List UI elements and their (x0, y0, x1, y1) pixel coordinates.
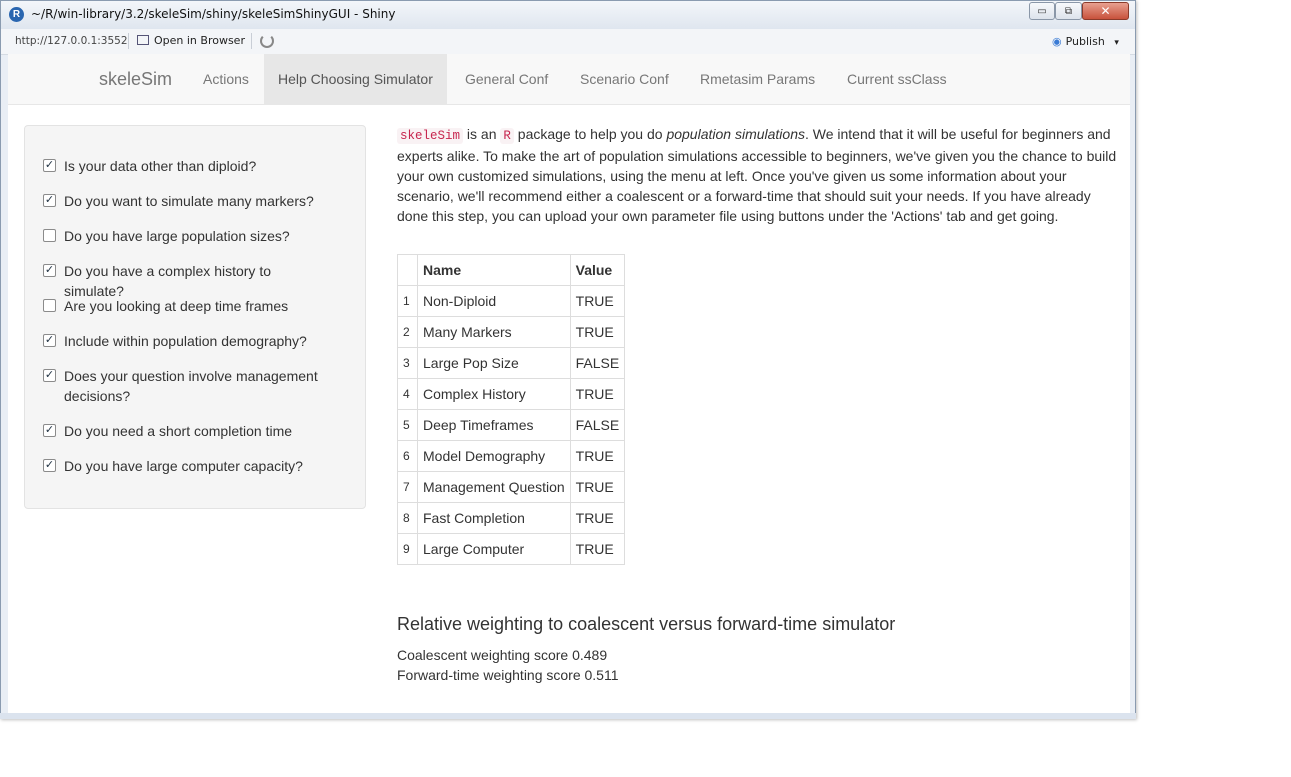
checkbox-label: Do you want to simulate many markers? (64, 193, 314, 209)
checkbox-label: Does your question involve management de… (64, 368, 318, 404)
table-row: 7 Management Question TRUE (397, 471, 626, 503)
name-cell: Management Question (417, 471, 571, 503)
toolbar-divider (251, 33, 252, 49)
navbar: skeleSim Actions Help Choosing Simulator… (8, 54, 1130, 105)
window-title: ~/R/win-library/3.2/skeleSim/shiny/skele… (31, 7, 396, 21)
row-index: 9 (397, 533, 418, 565)
table-header: Value (569, 254, 626, 286)
row-index: 2 (397, 316, 418, 348)
table-row: 5 Deep Timeframes FALSE (397, 409, 626, 441)
value-cell: FALSE (569, 409, 626, 441)
table-header (397, 254, 418, 286)
table-row: 9 Large Computer TRUE (397, 533, 626, 565)
close-button[interactable]: ✕ (1082, 2, 1129, 20)
checkbox[interactable]: ✓ (43, 159, 56, 172)
intro-emphasis: population simulations (666, 126, 805, 142)
coalescent-score: Coalescent weighting score 0.489 (397, 647, 608, 663)
row-index: 3 (397, 347, 418, 379)
table-header: Name (417, 254, 571, 286)
value-cell: TRUE (569, 378, 626, 410)
weighting-heading: Relative weighting to coalescent versus … (397, 614, 896, 634)
tab-actions[interactable]: Actions (189, 54, 263, 104)
checkbox-label: Include within population demography? (64, 333, 307, 349)
intro-text: package to help you do (513, 126, 667, 142)
viewer-toolbar: http://127.0.0.1:3552 Open in Browser ◉ P… (1, 29, 1135, 55)
name-cell: Large Pop Size (417, 347, 571, 379)
row-index: 4 (397, 378, 418, 410)
checkbox[interactable] (43, 229, 56, 242)
chevron-down-icon: ▾ (1114, 38, 1119, 48)
table-row: 1 Non-Diploid TRUE (397, 285, 626, 317)
row-index: 1 (397, 285, 418, 317)
sidebar-panel: ✓ Is your data other than diploid? ✓ Do … (24, 125, 366, 509)
checkbox[interactable] (43, 299, 56, 312)
open-in-browser-button[interactable]: Open in Browser (137, 34, 245, 47)
value-cell: TRUE (569, 316, 626, 348)
table-row: 6 Model Demography TRUE (397, 440, 626, 472)
intro-text: is an (463, 126, 501, 142)
value-cell: TRUE (569, 533, 626, 565)
checkbox-label: Do you need a short completion time (64, 423, 293, 439)
value-cell: TRUE (569, 502, 626, 534)
table-row: 4 Complex History TRUE (397, 378, 626, 410)
r-app-icon: R (9, 7, 24, 22)
checkbox-label: Are you looking at deep time frames (64, 298, 289, 314)
checkbox-label: Do you have large population sizes? (64, 228, 290, 244)
checkbox[interactable]: ✓ (43, 334, 56, 347)
row-index: 7 (397, 471, 418, 503)
url-display: http://127.0.0.1:3552 (15, 35, 128, 47)
value-cell: TRUE (569, 285, 626, 317)
open-in-browser-label: Open in Browser (154, 34, 245, 47)
name-cell: Non-Diploid (417, 285, 571, 317)
checkbox[interactable]: ✓ (43, 424, 56, 437)
name-cell: Complex History (417, 378, 571, 410)
browser-icon (137, 35, 149, 45)
minimize-button[interactable]: ▭ (1029, 2, 1055, 20)
row-index: 8 (397, 502, 418, 534)
status-bar (0, 713, 1136, 719)
navbar-brand[interactable]: skeleSim (99, 69, 172, 90)
name-cell: Model Demography (417, 440, 571, 472)
tab-scenario-conf[interactable]: Scenario Conf (566, 54, 683, 104)
title-bar: R ~/R/win-library/3.2/skeleSim/shiny/ske… (1, 1, 1135, 29)
checkbox[interactable]: ✓ (43, 459, 56, 472)
tab-current-ssclass[interactable]: Current ssClass (833, 54, 961, 104)
answers-table: Name Value 1 Non-Diploid TRUE 2 Many Markers… (397, 254, 626, 565)
table-row: 2 Many Markers TRUE (397, 316, 626, 348)
main-panel: skeleSim is an R package to help you do … (397, 124, 1117, 683)
value-cell: FALSE (569, 347, 626, 379)
rstudio-shiny-window: R ~/R/win-library/3.2/skeleSim/shiny/ske… (0, 0, 1136, 719)
checkbox-label: Is your data other than diploid? (64, 158, 257, 174)
table-row: 3 Large Pop Size FALSE (397, 347, 626, 379)
tab-general-conf[interactable]: General Conf (451, 54, 562, 104)
refresh-icon[interactable] (260, 34, 274, 48)
name-cell: Deep Timeframes (417, 409, 571, 441)
tab-help-choosing-simulator[interactable]: Help Choosing Simulator (264, 54, 447, 104)
table-row: 8 Fast Completion TRUE (397, 502, 626, 534)
name-cell: Fast Completion (417, 502, 571, 534)
toolbar-divider (128, 33, 129, 49)
code-r: R (500, 128, 514, 144)
checkbox[interactable]: ✓ (43, 369, 56, 382)
row-index: 6 (397, 440, 418, 472)
row-index: 5 (397, 409, 418, 441)
publish-button[interactable]: ◉ Publish ▾ (1052, 35, 1119, 48)
value-cell: TRUE (569, 471, 626, 503)
forward-time-score: Forward-time weighting score 0.511 (397, 667, 619, 683)
name-cell: Many Markers (417, 316, 571, 348)
checkbox[interactable]: ✓ (43, 194, 56, 207)
code-skelesim: skeleSim (397, 128, 464, 144)
checkbox-label: Do you have a complex history to simulat… (64, 263, 271, 299)
name-cell: Large Computer (417, 533, 571, 565)
publish-label: Publish (1065, 35, 1105, 48)
tab-rmetasim-params[interactable]: Rmetasim Params (686, 54, 829, 104)
shiny-app: skeleSim Actions Help Choosing Simulator… (8, 54, 1130, 714)
table-header-row: Name Value (397, 254, 626, 286)
value-cell: TRUE (569, 440, 626, 472)
publish-icon: ◉ (1052, 35, 1062, 48)
maximize-button[interactable]: ⧉ (1055, 2, 1082, 20)
intro-paragraph: skeleSim is an R package to help you do … (397, 124, 1117, 226)
checkbox[interactable]: ✓ (43, 264, 56, 277)
checkbox-label: Do you have large computer capacity? (64, 458, 303, 474)
